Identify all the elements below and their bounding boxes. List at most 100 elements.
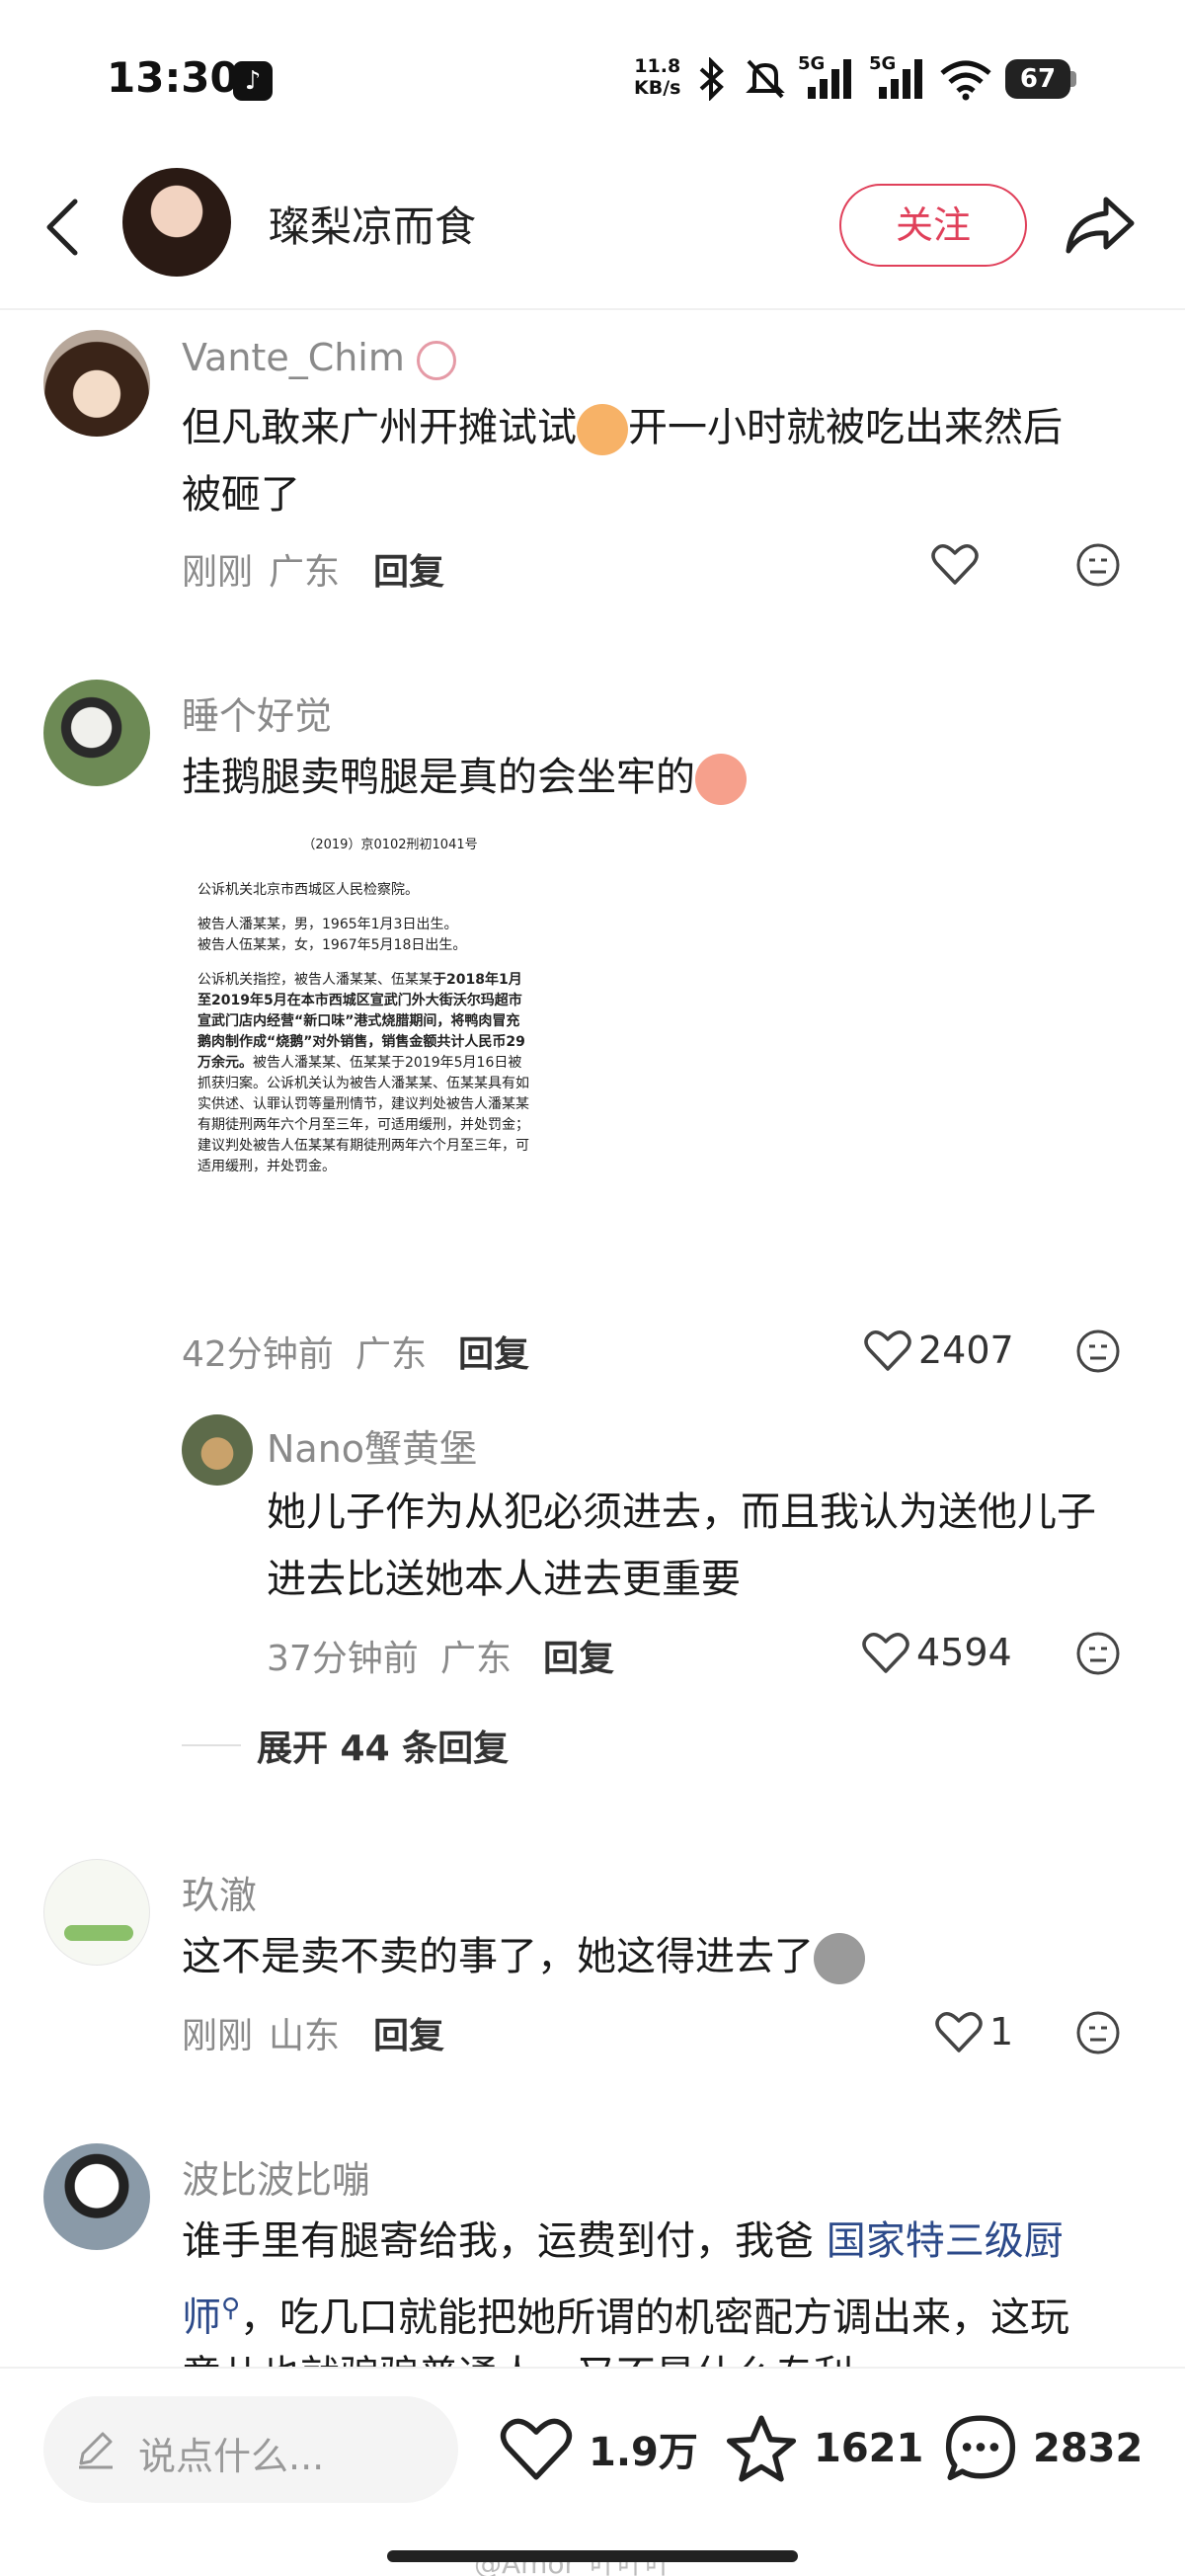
- like-group[interactable]: 2407: [863, 1326, 1014, 1375]
- document-line: 被告人潘某某，男，1965年1月3日出生。: [198, 917, 458, 932]
- sad-face-emoji-icon: [814, 1933, 865, 1984]
- cellular-signal-icon: [808, 59, 851, 99]
- author-avatar[interactable]: [122, 168, 231, 277]
- network-speed-unit: KB/s: [634, 77, 681, 99]
- comment-location: 广东: [269, 552, 341, 593]
- comment-text-part: 但凡敢来广州开摊试试: [182, 405, 577, 450]
- search-icon[interactable]: ⚲: [221, 2294, 240, 2323]
- tiktok-notification-icon: ♪: [233, 61, 273, 101]
- comment-username[interactable]: 玖澈: [182, 1865, 257, 1919]
- court-document-image[interactable]: （2019）京0102刑初1041号 公诉机关北京市西城区人民检察院。 被告人潘…: [188, 816, 543, 1300]
- comment-time: 刚刚: [182, 2016, 254, 2056]
- comment-total: 2832: [1033, 2426, 1144, 2471]
- search-link[interactable]: 师: [182, 2294, 221, 2340]
- share-icon[interactable]: [1063, 190, 1138, 261]
- like-heart-icon[interactable]: [930, 541, 980, 587]
- reply-time: 37分钟前: [267, 1639, 419, 1679]
- favorite-button[interactable]: 1621: [723, 2404, 923, 2493]
- comment-text-line2: 被砸了: [182, 472, 300, 518]
- comments-button[interactable]: 2832: [942, 2404, 1143, 2493]
- expand-replies-button[interactable]: 展开 44 条回复: [182, 1721, 509, 1770]
- like-group[interactable]: 4594: [861, 1628, 1012, 1677]
- like-group[interactable]: 1: [934, 2007, 1013, 2056]
- comment-text-line1: 谁手里有腿寄给我，运费到付，我爸 国家特三级厨: [182, 2207, 1149, 2276]
- mute-bell-icon: [746, 59, 785, 99]
- dislike-face-icon[interactable]: [1074, 1630, 1122, 1677]
- bluetooth-icon: [699, 57, 724, 101]
- comment-username[interactable]: 睡个好觉: [182, 685, 332, 740]
- document-paragraph: 公诉机关北京市西城区人民检察院。: [198, 882, 419, 898]
- status-time: 13:30: [107, 53, 239, 102]
- cellular-signal-icon-2: [879, 59, 922, 99]
- username-text[interactable]: Vante_Chim: [182, 336, 405, 379]
- reply-button[interactable]: 回复: [458, 1326, 529, 1377]
- like-total: 1.9万: [589, 2430, 698, 2475]
- status-bar: 13:30 ♪ 11.8 KB/s 5G 5G 67: [0, 0, 1185, 158]
- document-paragraph: 被告人潘某某，男，1965年1月3日出生。 被告人伍某某，女，1967年5月18…: [198, 915, 533, 956]
- comment-username[interactable]: 波比波比嘣: [182, 2149, 369, 2204]
- reply-text-line1: 她儿子作为从犯必须进去，而且我认为送他儿子: [267, 1489, 1096, 1535]
- battery-indicator: 67: [1005, 59, 1070, 99]
- document-line: 被告人伍某某，女，1967年5月18日出生。: [198, 937, 467, 953]
- comment-location: 山东: [269, 2016, 341, 2056]
- reply-button[interactable]: 回复: [373, 2007, 444, 2058]
- star-icon[interactable]: [723, 2412, 800, 2485]
- reply-text-line2: 进去比送她本人进去更重要: [267, 1557, 741, 1602]
- heart-icon[interactable]: [498, 2414, 575, 2483]
- commenter-avatar[interactable]: [43, 330, 150, 437]
- comment-location: 广东: [356, 1334, 428, 1375]
- follow-button[interactable]: 关注: [839, 184, 1027, 267]
- network-speed-value: 11.8: [634, 55, 681, 77]
- document-text: 被告人潘某某、伍某某于2019年5月16日被抓获归案。公诉机关认为被告人潘某某、…: [198, 1055, 529, 1174]
- comment-text: 挂鹅腿卖鸭腿是真的会坐牢的: [182, 743, 1130, 812]
- back-arrow-icon[interactable]: [30, 188, 99, 267]
- reply-button[interactable]: 回复: [543, 1630, 614, 1681]
- network-speed: 11.8 KB/s: [634, 55, 680, 99]
- comment-time: 42分钟前: [182, 1334, 334, 1375]
- lollipop-badge-icon: [416, 340, 456, 380]
- comment-username[interactable]: Vante_Chim: [182, 336, 456, 380]
- expand-replies-label[interactable]: 展开 44 条回复: [257, 1720, 509, 1771]
- like-count: 1: [989, 2010, 1014, 2053]
- bottom-bar: 说点什么... 1.9万 1621 2832 @Amor_叶叶叶: [0, 2367, 1185, 2576]
- like-count: 2407: [918, 1328, 1014, 1372]
- commenter-avatar[interactable]: [43, 2143, 150, 2250]
- reply-username[interactable]: Nano蟹黄堡: [267, 1418, 477, 1473]
- pencil-icon: [79, 2432, 113, 2469]
- battery-tip: [1070, 71, 1076, 87]
- document-paragraph: 公诉机关指控，被告人潘某某、伍某某于2018年1月至2019年5月在本市西城区宣…: [198, 970, 533, 1177]
- reply-location: 广东: [440, 1639, 513, 1679]
- like-heart-icon[interactable]: [863, 1328, 912, 1373]
- reply-button[interactable]: 回复: [373, 543, 444, 595]
- like-heart-icon[interactable]: [861, 1630, 910, 1675]
- header-divider: [0, 308, 1185, 310]
- crying-emoji-icon: [577, 404, 628, 455]
- commenter-avatar[interactable]: [43, 1859, 150, 1966]
- document-text: 公诉机关指控，被告人潘某某、伍某某: [198, 972, 433, 988]
- wifi-icon: [940, 60, 991, 101]
- like-heart-icon[interactable]: [934, 2009, 984, 2054]
- comment-text: 这不是卖不卖的事了，她这得进去了: [182, 1922, 1130, 1991]
- home-indicator[interactable]: [387, 2550, 798, 2562]
- dislike-face-icon[interactable]: [1074, 2009, 1122, 2056]
- like-post-button[interactable]: 1.9万: [498, 2404, 698, 2493]
- like-count: 4594: [916, 1631, 1012, 1674]
- commenter-avatar[interactable]: [43, 680, 150, 786]
- dislike-face-icon[interactable]: [1074, 541, 1122, 589]
- comment-bubble-icon[interactable]: [942, 2412, 1019, 2485]
- comment-input[interactable]: 说点什么...: [43, 2396, 458, 2503]
- comment-input-placeholder[interactable]: 说点什么...: [138, 2426, 324, 2480]
- comment-text: 但凡敢来广州开摊试试 开一小时就被吃出来然后: [182, 393, 1130, 462]
- author-name[interactable]: 璨梨凉而食: [269, 194, 476, 254]
- peach-emoji-icon: [695, 754, 747, 805]
- comment-time: 刚刚: [182, 552, 254, 593]
- dislike-face-icon[interactable]: [1074, 1328, 1122, 1375]
- search-link[interactable]: 国家特三级厨: [827, 2218, 1064, 2264]
- comment-text-part: 这不是卖不卖的事了，她这得进去了: [182, 1934, 814, 1979]
- comment-text-part: 开一小时就被吃出来然后: [628, 405, 1063, 450]
- comment-text-part: 挂鹅腿卖鸭腿是真的会坐牢的: [182, 755, 695, 800]
- comment-text-part: 谁手里有腿寄给我，运费到付，我爸: [182, 2218, 814, 2264]
- reply-avatar[interactable]: [182, 1414, 253, 1486]
- favorite-total: 1621: [814, 2426, 924, 2471]
- avatar-grass: [64, 1925, 133, 1941]
